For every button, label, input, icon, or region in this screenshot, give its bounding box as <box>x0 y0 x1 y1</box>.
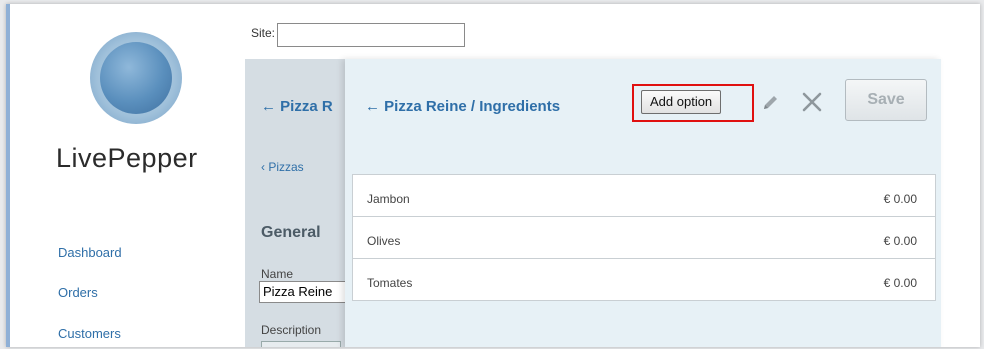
app-window: LivePepper Dashboard Orders Customers Si… <box>6 4 980 347</box>
add-option-button[interactable]: Add option <box>641 90 722 114</box>
sidebar: LivePepper Dashboard Orders Customers <box>10 4 240 347</box>
ingredient-name: Jambon <box>367 192 410 206</box>
logo-text: LivePepper <box>56 143 198 173</box>
description-editor-toolbar[interactable] <box>261 341 341 347</box>
nav-customers[interactable]: Customers <box>58 326 121 341</box>
name-field[interactable]: Pizza Reine <box>259 281 359 303</box>
ingredients-panel-title[interactable]: ← Pizza Reine / Ingredients <box>365 98 560 115</box>
list-item[interactable]: Olives € 0.00 <box>352 216 936 259</box>
ingredients-panel: ← Pizza Reine / Ingredients Add option S… <box>345 59 941 347</box>
save-button[interactable]: Save <box>845 79 927 121</box>
description-label: Description <box>261 323 322 337</box>
product-back-title[interactable]: ← Pizza R <box>261 98 333 115</box>
nav-orders[interactable]: Orders <box>58 285 98 300</box>
pencil-icon[interactable] <box>760 92 782 114</box>
site-label: Site: <box>251 26 276 40</box>
product-panel: ← Pizza R ‹ Pizzas General Name Pizza Re… <box>245 59 359 347</box>
nav-dashboard[interactable]: Dashboard <box>58 245 122 260</box>
logo-inner-circle <box>100 42 172 114</box>
breadcrumb-pizzas[interactable]: ‹ Pizzas <box>261 160 304 174</box>
site-input[interactable] <box>277 23 465 47</box>
close-icon[interactable] <box>799 89 825 115</box>
ingredients-list: Jambon € 0.00 Olives € 0.00 Tomates € 0.… <box>352 174 936 301</box>
ingredient-name: Olives <box>367 234 401 248</box>
name-label: Name <box>261 267 294 281</box>
ingredient-name: Tomates <box>367 276 413 290</box>
list-item[interactable]: Jambon € 0.00 <box>352 174 936 217</box>
ingredient-price: € 0.00 <box>883 192 917 206</box>
ingredient-price: € 0.00 <box>883 276 917 290</box>
logo-icon <box>90 32 182 124</box>
section-title-general: General <box>261 224 321 241</box>
ingredient-price: € 0.00 <box>883 234 917 248</box>
list-item[interactable]: Tomates € 0.00 <box>352 258 936 301</box>
